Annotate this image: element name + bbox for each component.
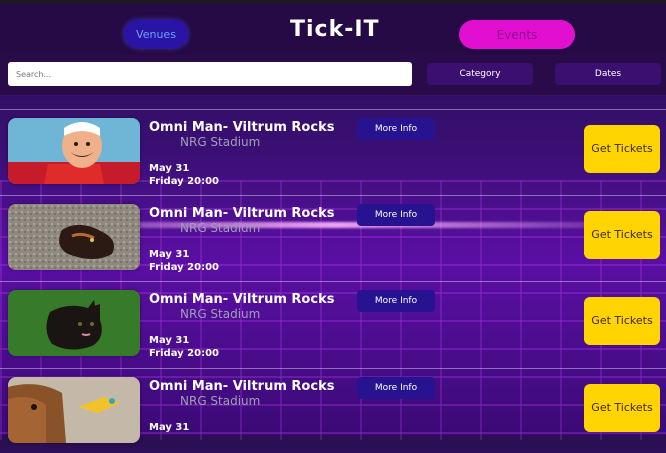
event-card: Omni Man- Viltrum Rocks NRG Stadium May … [0,109,666,194]
tortoiseshell-cat-image [8,204,140,270]
more-info-button[interactable]: More Info [357,290,435,312]
event-name: Omni Man- Viltrum Rocks [149,379,335,394]
dates-button[interactable]: Dates [555,63,661,85]
event-name: Omni Man- Viltrum Rocks [149,120,335,135]
more-info-button[interactable]: More Info [357,118,435,140]
event-time: Friday 20:00 [149,262,219,273]
get-tickets-button[interactable]: Get Tickets [584,211,660,259]
venue-name: NRG Stadium [180,135,261,149]
get-tickets-button[interactable]: Get Tickets [584,384,660,432]
event-name: Omni Man- Viltrum Rocks [149,292,335,307]
search-input[interactable] [8,62,412,86]
cartoon-mustache-man-image [8,118,140,184]
get-tickets-button[interactable]: Get Tickets [584,125,660,173]
venue-name: NRG Stadium [180,307,261,321]
event-date: May 31 [149,422,190,433]
event-name: Omni Man- Viltrum Rocks [149,206,335,221]
venue-name: NRG Stadium [180,221,261,235]
event-time: Friday 20:00 [149,348,219,359]
event-date: May 31 [149,163,190,174]
more-info-button[interactable]: More Info [357,377,435,399]
get-tickets-button[interactable]: Get Tickets [584,297,660,345]
more-info-button[interactable]: More Info [357,204,435,226]
event-card: Omni Man- Viltrum Rocks NRG Stadium May … [0,281,666,366]
event-date: May 31 [149,335,190,346]
event-card: Omni Man- Viltrum Rocks NRG Stadium May … [0,368,666,453]
venue-name: NRG Stadium [180,394,261,408]
event-date: May 31 [149,249,190,260]
black-cat-image [8,290,140,356]
brown-dog-image [8,377,140,443]
events-button[interactable]: Events [459,20,575,49]
app-header: Venues Tick-IT Events [0,3,666,55]
venues-button[interactable]: Venues [124,20,188,48]
event-card: Omni Man- Viltrum Rocks NRG Stadium May … [0,195,666,280]
category-button[interactable]: Category [427,63,533,85]
app-title: Tick-IT [290,17,380,42]
event-time: Friday 20:00 [149,176,219,187]
